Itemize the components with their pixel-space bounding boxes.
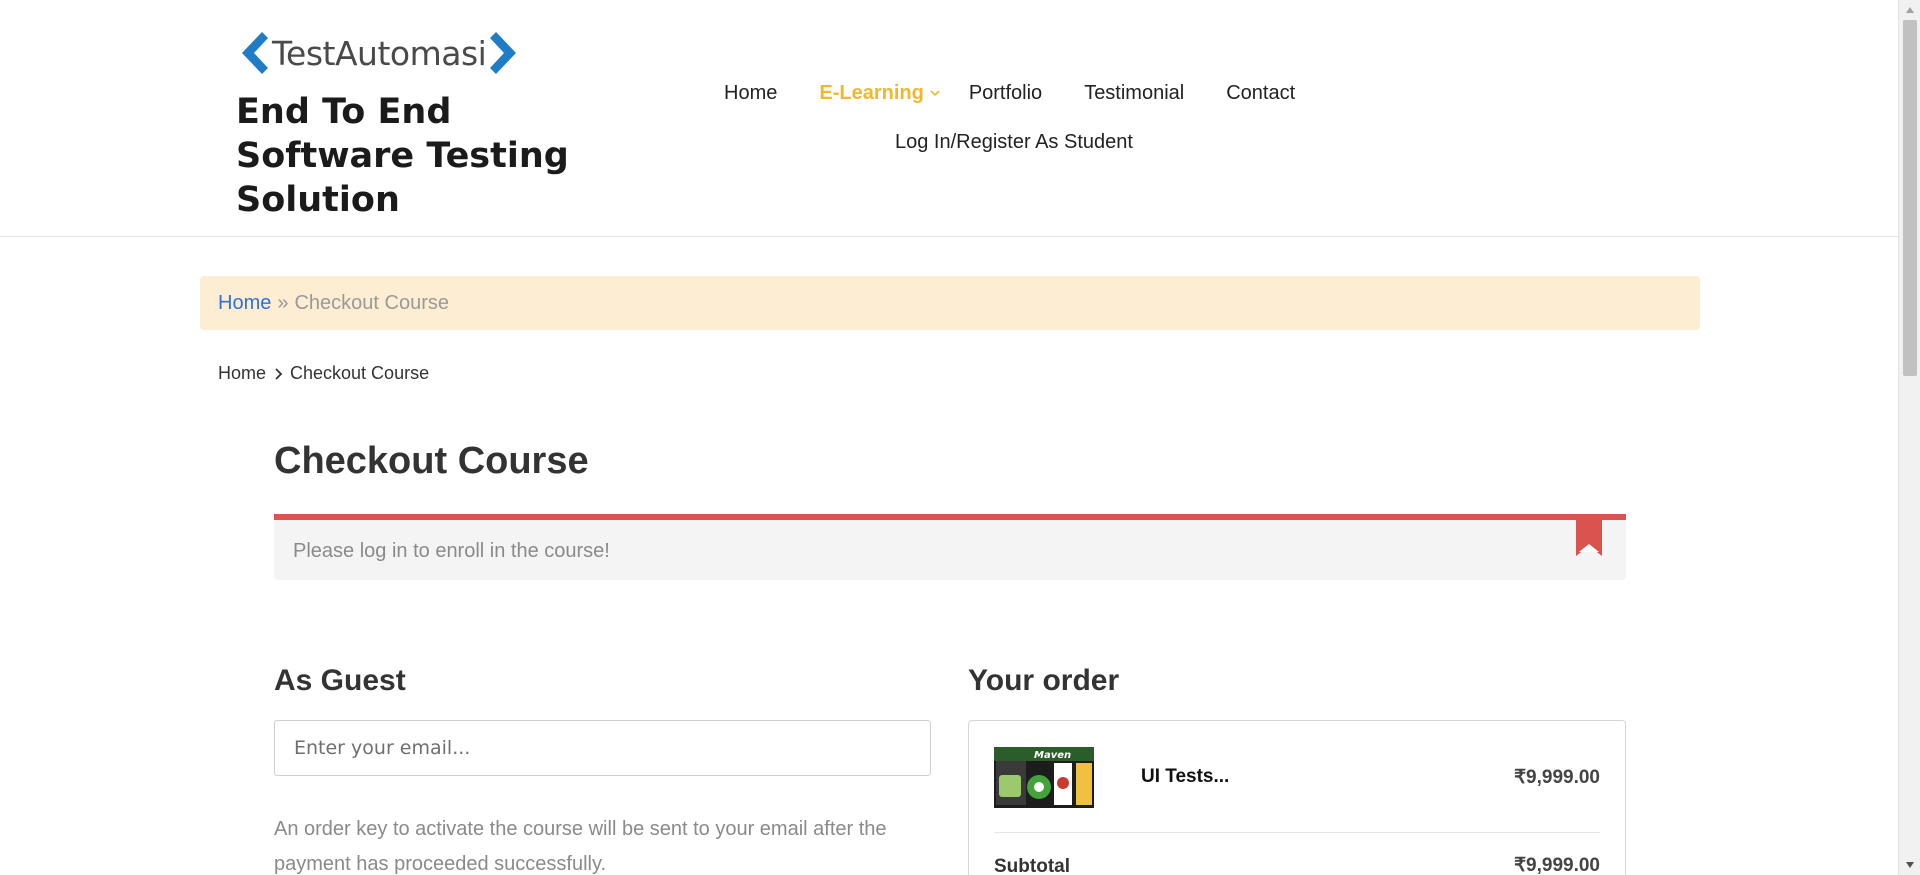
subtotal-value: ₹9,999.00 bbox=[1513, 855, 1600, 875]
site-tagline: End To End Software Testing Solution bbox=[236, 92, 569, 220]
nav-home-label: Home bbox=[724, 81, 778, 104]
order-summary-box: Maven UI Tests... ₹9,999.00 Subtotal ₹9,… bbox=[968, 720, 1626, 875]
subtotal-label: Subtotal bbox=[994, 856, 1070, 875]
bookmark-ribbon-icon bbox=[1576, 514, 1602, 556]
logo-right-chevron-icon bbox=[490, 32, 517, 74]
breadcrumb-home-link[interactable]: Home bbox=[218, 363, 266, 384]
main-nav: Home E-Learning Portfolio Testimonial Co… bbox=[700, 78, 1295, 108]
logo-left-chevron-icon bbox=[242, 32, 268, 74]
nav-portfolio[interactable]: Portfolio bbox=[969, 78, 1042, 108]
order-item-name[interactable]: UI Tests... bbox=[1141, 766, 1229, 788]
logo-text: TestAutomasi bbox=[272, 33, 487, 73]
nav-portfolio-label: Portfolio bbox=[968, 81, 1043, 104]
order-item-price: ₹9,999.00 bbox=[1513, 767, 1600, 788]
nav-testimonial[interactable]: Testimonial bbox=[1084, 78, 1184, 108]
nav-home[interactable]: Home bbox=[724, 78, 777, 108]
breadcrumb: Home Checkout Course bbox=[218, 363, 429, 384]
breadcrumb-banner: Home » Checkout Course bbox=[200, 276, 1700, 330]
chevron-right-icon bbox=[275, 367, 283, 380]
guest-order-key-note: An order key to activate the course will… bbox=[274, 818, 887, 875]
order-section-title: Your order bbox=[968, 664, 1120, 697]
scrollbar-thumb[interactable] bbox=[1903, 20, 1917, 376]
site-header: TestAutomasi End To End Software Testing… bbox=[0, 0, 1898, 237]
breadcrumb-banner-separator: » bbox=[277, 291, 289, 314]
login-notice-message: Please log in to enroll in the course! bbox=[293, 540, 610, 562]
guest-section-title: As Guest bbox=[274, 664, 406, 697]
course-thumbnail[interactable]: Maven bbox=[994, 747, 1094, 808]
scroll-down-arrow-icon[interactable] bbox=[1905, 861, 1915, 869]
course-thumbnail-caption: Maven bbox=[1034, 750, 1071, 761]
page-title: Checkout Course bbox=[274, 440, 589, 482]
breadcrumb-current: Checkout Course bbox=[290, 363, 430, 383]
breadcrumb-banner-home-link[interactable]: Home bbox=[218, 292, 271, 315]
scroll-up-arrow-icon[interactable] bbox=[1905, 6, 1915, 14]
nav-testimonial-label: Testimonial bbox=[1084, 81, 1185, 104]
breadcrumb-banner-current: Checkout Course bbox=[294, 291, 450, 314]
nav-login-register[interactable]: Log In/Register As Student bbox=[895, 131, 1133, 154]
nav-e-learning[interactable]: E-Learning bbox=[819, 78, 940, 108]
order-divider bbox=[994, 832, 1600, 833]
nav-contact-label: Contact bbox=[1226, 81, 1296, 104]
guest-email-input[interactable] bbox=[274, 720, 931, 776]
nav-contact[interactable]: Contact bbox=[1226, 78, 1295, 108]
page-scrollbar[interactable] bbox=[1898, 0, 1920, 875]
login-notice: Please log in to enroll in the course! bbox=[274, 514, 1626, 580]
site-logo[interactable]: TestAutomasi bbox=[236, 28, 522, 78]
chevron-down-icon bbox=[930, 90, 940, 97]
nav-e-learning-label: E-Learning bbox=[819, 81, 924, 104]
